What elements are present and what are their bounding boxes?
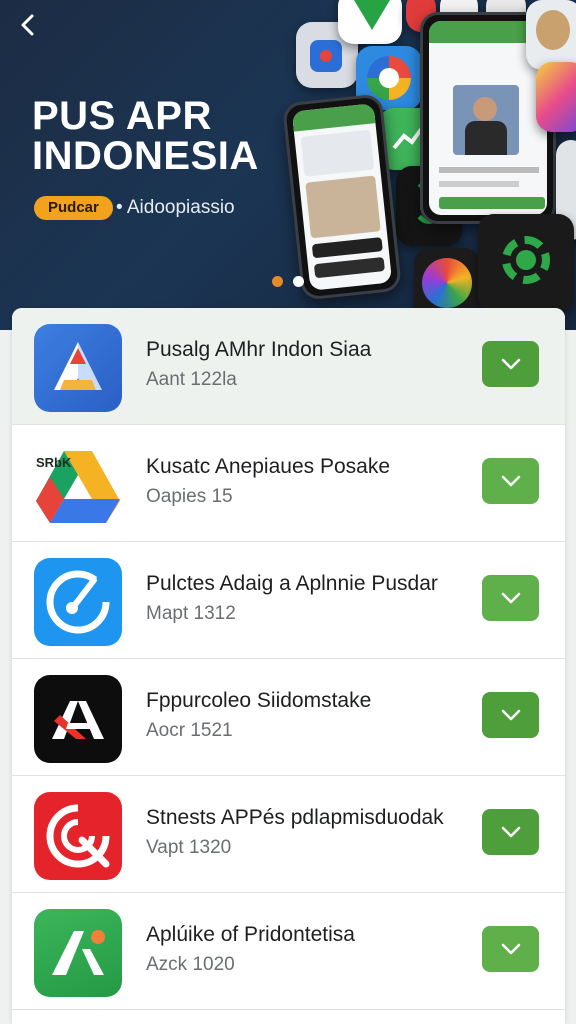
chevron-down-icon xyxy=(501,592,520,604)
green-a-icon xyxy=(34,909,122,997)
app-tile xyxy=(478,214,574,312)
list-item[interactable]: Pusalg AMhr Indon Siaa Aant 122la xyxy=(12,308,565,425)
app-meta: Azck 1020 xyxy=(146,954,235,975)
icon-text: SRbK xyxy=(36,455,72,470)
hero-subtitle: • Aidoopiassio xyxy=(116,197,235,218)
app-tile xyxy=(536,62,576,132)
chevron-down-icon xyxy=(501,943,520,955)
blue-triangle-icon xyxy=(34,324,122,412)
red-target-icon xyxy=(34,792,122,880)
hero-title-line2: INDONESIA xyxy=(32,134,259,178)
list-item[interactable]: Pulctes Adaig a Aplnnie Pusdar Mapt 1312 xyxy=(12,542,565,659)
category-tag[interactable]: Pudcar xyxy=(34,196,113,220)
blue-circle-icon xyxy=(34,558,122,646)
chevron-down-icon xyxy=(501,475,520,487)
app-name: Kusatc Anepiaues Posake xyxy=(146,455,391,478)
app-tile xyxy=(526,0,576,70)
app-name: Stnests APPés pdlapmisduodak xyxy=(146,806,444,829)
list-item[interactable]: Stnests APPés pdlapmisduodak Vapt 1320 xyxy=(12,776,565,893)
hero-title: PUS APR INDONESIA xyxy=(32,96,302,176)
hero-title-line1: PUS APR xyxy=(32,94,212,138)
app-meta: Oapies 15 xyxy=(146,486,233,507)
app-meta: Aocr 1521 xyxy=(146,720,233,741)
download-button[interactable] xyxy=(482,809,539,855)
carousel-indicator xyxy=(272,276,304,287)
app-meta: Mapt 1312 xyxy=(146,603,236,624)
chevron-left-icon xyxy=(21,14,34,36)
app-list: Pusalg AMhr Indon Siaa Aant 122la SRbK K… xyxy=(12,308,565,1024)
black-a-icon xyxy=(34,675,122,763)
carousel-dot-active[interactable] xyxy=(272,276,283,287)
chevron-down-icon xyxy=(501,358,520,370)
app-meta: Aant 122la xyxy=(146,369,237,390)
list-item[interactable]: SRbK Kusatc Anepiaues Posake Oapies 15 xyxy=(12,425,565,542)
download-button[interactable] xyxy=(482,458,539,504)
app-name: Pusalg AMhr Indon Siaa xyxy=(146,338,372,361)
chevron-down-icon xyxy=(501,709,520,721)
chevron-down-icon xyxy=(501,826,520,838)
app-name: Pulctes Adaig a Aplnnie Pusdar xyxy=(146,572,438,595)
hero-banner: PUS APR INDONESIA Pudcar • Aidoopiassio xyxy=(0,0,576,330)
download-button[interactable] xyxy=(482,692,539,738)
app-name: Aplúike of Pridontetisa xyxy=(146,923,355,946)
list-item[interactable]: Fppurcoleo Siidomstake Aocr 1521 xyxy=(12,659,565,776)
download-button[interactable] xyxy=(482,575,539,621)
list-item[interactable]: Aplúike of Pridontetisa Azck 1020 xyxy=(12,893,565,1010)
drive-triangle-icon: SRbK xyxy=(34,441,122,529)
back-button[interactable] xyxy=(12,10,42,40)
download-button[interactable] xyxy=(482,926,539,972)
download-button[interactable] xyxy=(482,341,539,387)
app-meta: Vapt 1320 xyxy=(146,837,232,858)
app-name: Fppurcoleo Siidomstake xyxy=(146,689,372,712)
carousel-dot[interactable] xyxy=(293,276,304,287)
app-tile xyxy=(338,0,402,44)
